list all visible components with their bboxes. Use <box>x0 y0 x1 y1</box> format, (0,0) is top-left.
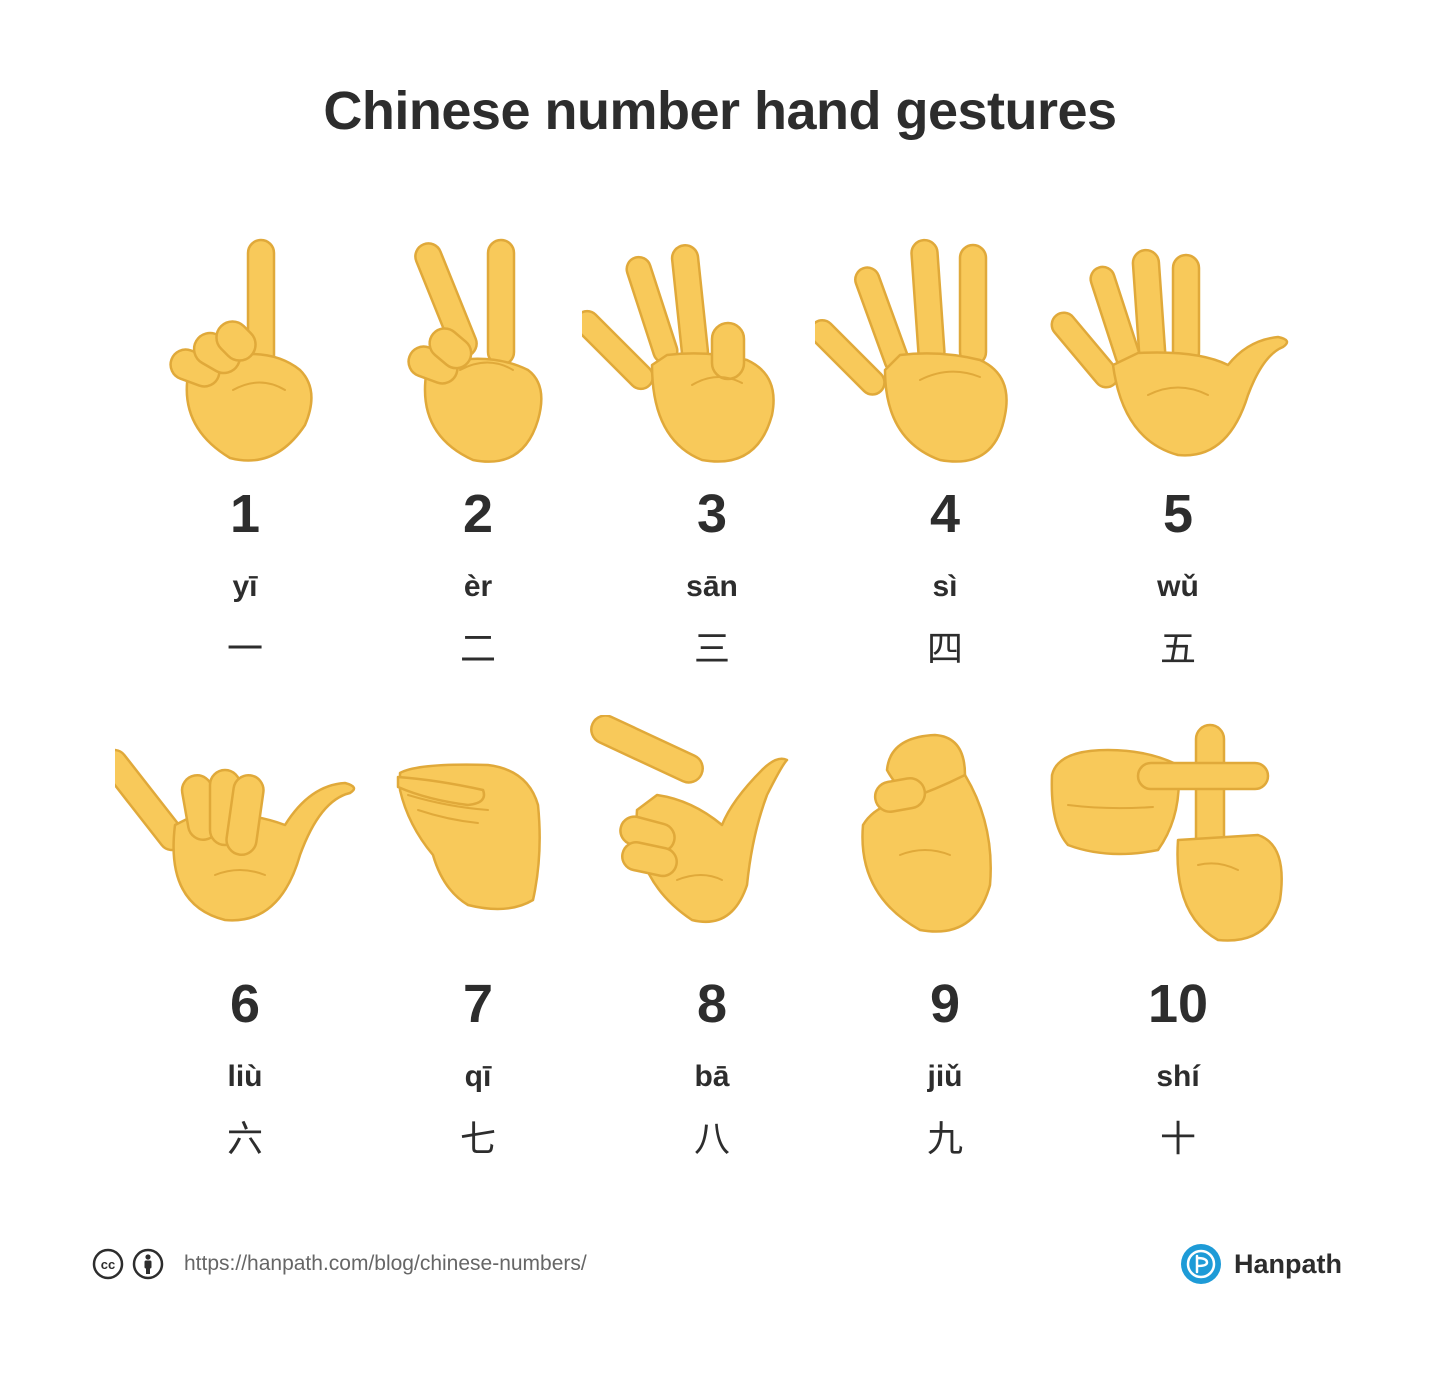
number-card-1: 1 yī 一 <box>115 225 375 670</box>
number-hanzi: 八 <box>693 1119 730 1160</box>
number-digit: 3 <box>696 484 728 544</box>
number-card-6: 6 liù 六 <box>115 715 375 1160</box>
source-url-link[interactable]: https://hanpath.com/blog/chinese-numbers… <box>184 1252 587 1276</box>
number-digit: 2 <box>462 484 494 544</box>
number-hanzi: 七 <box>459 1119 496 1160</box>
number-hanzi: 十 <box>1159 1119 1196 1160</box>
number-hanzi: 三 <box>693 629 730 670</box>
cc-icon: cc <box>92 1248 124 1280</box>
number-hanzi: 一 <box>226 629 263 670</box>
hand-seven-icon <box>396 763 541 911</box>
hand-five-icon <box>1050 248 1289 457</box>
number-hanzi: 五 <box>1159 629 1196 670</box>
attribution-icon <box>132 1248 164 1280</box>
number-pinyin: liù <box>227 1060 263 1093</box>
hanpath-logo-icon <box>1181 1244 1221 1284</box>
hand-two-icon <box>407 238 543 463</box>
brand-block: Hanpath <box>1180 1242 1342 1286</box>
number-hanzi: 四 <box>926 629 963 670</box>
number-card-7: 7 qī 七 <box>348 715 608 1160</box>
number-pinyin: sān <box>686 570 738 603</box>
number-pinyin: èr <box>463 570 493 603</box>
number-card-5: 5 wǔ 五 <box>1048 225 1308 670</box>
number-digit: 1 <box>229 484 261 544</box>
hand-one-icon <box>169 238 313 462</box>
page-title: Chinese number hand gestures <box>323 81 1117 141</box>
gesture-row-2: 6 liù 六 7 qī 七 8 bā 八 9 jiǔ 九 10 shí 十 <box>0 715 1440 1160</box>
number-digit: 9 <box>929 974 961 1034</box>
number-pinyin: qī <box>464 1060 492 1093</box>
hand-six-icon <box>115 748 356 922</box>
hand-three-icon <box>582 244 775 463</box>
number-card-8: 8 bā 八 <box>582 715 842 1160</box>
hand-nine-icon <box>861 733 992 933</box>
number-pinyin: bā <box>694 1060 730 1093</box>
hand-eight-icon <box>590 715 789 923</box>
number-card-9: 9 jiǔ 九 <box>815 715 1075 1160</box>
number-pinyin: yī <box>232 570 258 603</box>
number-digit: 6 <box>229 974 261 1034</box>
number-pinyin: jiǔ <box>927 1060 963 1093</box>
hand-four-icon <box>815 238 1008 463</box>
hand-ten-icon <box>1050 723 1283 942</box>
number-card-2: 2 èr 二 <box>348 225 608 670</box>
number-pinyin: shí <box>1156 1060 1200 1093</box>
brand-name: Hanpath <box>1234 1248 1342 1279</box>
number-card-3: 3 sān 三 <box>582 225 842 670</box>
number-pinyin: sì <box>932 570 958 603</box>
number-hanzi: 二 <box>459 629 496 670</box>
number-card-10: 10 shí 十 <box>1048 715 1308 1160</box>
license-footer: cc https://hanpath.com/blog/chinese-numb… <box>92 1246 587 1282</box>
number-digit: 5 <box>1162 484 1194 544</box>
number-digit: 8 <box>696 974 728 1034</box>
number-hanzi: 六 <box>226 1119 263 1160</box>
number-pinyin: wǔ <box>1157 570 1199 603</box>
gesture-row-1: 1 yī 一 2 èr 二 3 sān 三 4 sì 四 5 wǔ 五 <box>0 225 1440 670</box>
number-digit: 7 <box>462 974 494 1034</box>
svg-text:cc: cc <box>101 1257 115 1272</box>
number-digit: 4 <box>929 484 961 544</box>
number-card-4: 4 sì 四 <box>815 225 1075 670</box>
number-hanzi: 九 <box>926 1119 963 1160</box>
number-digit: 10 <box>1147 974 1209 1034</box>
